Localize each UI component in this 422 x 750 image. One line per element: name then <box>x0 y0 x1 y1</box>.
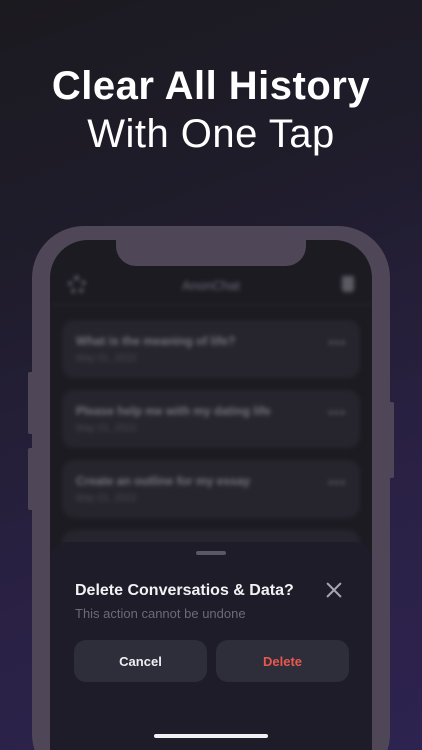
app-title: AnonChat <box>182 278 240 293</box>
sheet-title: Delete Conversatios & Data? <box>75 582 294 599</box>
sheet-grabber-handle[interactable] <box>196 551 226 555</box>
conversation-title: What is the meaning of life? <box>76 334 236 348</box>
phone-notch <box>116 232 306 266</box>
headline-line-2: With One Tap <box>87 112 335 156</box>
conversation-date: May 01, 2022 <box>76 423 137 434</box>
conversation-date: May 01, 2022 <box>76 493 137 504</box>
trash-icon[interactable] <box>342 276 354 292</box>
sheet-subtitle: This action cannot be undone <box>75 606 246 621</box>
delete-button[interactable]: Delete <box>216 640 349 682</box>
app-header: AnonChat <box>50 270 372 305</box>
more-dots-icon[interactable]: ••• <box>328 334 346 350</box>
delete-confirmation-sheet: Delete Conversatios & Data? This action … <box>50 542 372 750</box>
conversation-item[interactable]: Create an outline for my essay May 01, 2… <box>62 460 360 518</box>
more-dots-icon[interactable]: ••• <box>328 404 346 420</box>
cancel-button[interactable]: Cancel <box>74 640 207 682</box>
conversation-item[interactable]: What is the meaning of life? May 01, 202… <box>62 320 360 378</box>
more-dots-icon[interactable]: ••• <box>328 474 346 490</box>
close-icon[interactable] <box>326 582 342 598</box>
conversation-title: Please help me with my dating life <box>76 404 271 418</box>
conversation-date: May 01, 2022 <box>76 353 137 364</box>
headline: Clear All History With One Tap <box>0 62 422 158</box>
headline-line-1: Clear All History <box>51 64 371 108</box>
conversation-item[interactable]: Please help me with my dating life May 0… <box>62 390 360 448</box>
home-indicator <box>154 734 268 738</box>
conversation-title: Create an outline for my essay <box>76 474 251 488</box>
